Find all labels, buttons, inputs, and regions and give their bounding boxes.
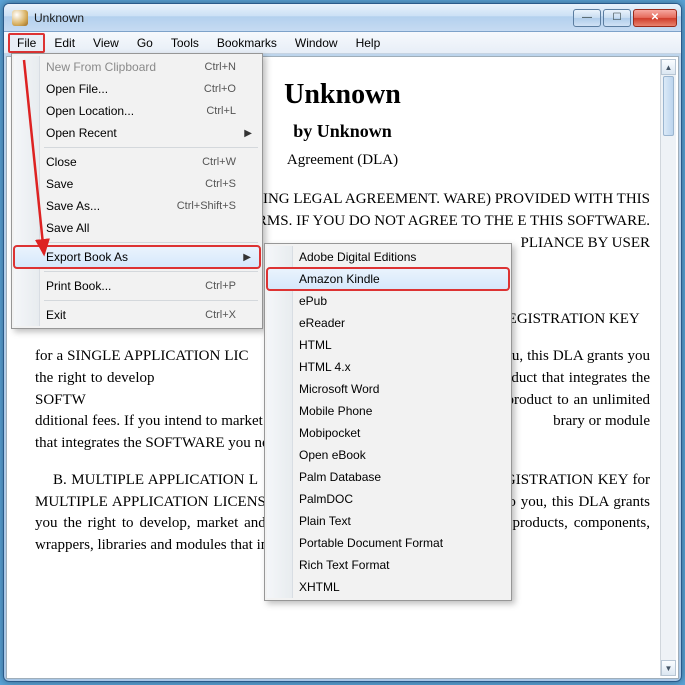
file-menu-item: New From Clipboard Ctrl+N (14, 56, 260, 78)
menu-item-label: Plain Text (299, 514, 485, 528)
export-menu-item[interactable]: PalmDOC (267, 488, 509, 510)
scroll-down-button[interactable]: ▼ (661, 660, 676, 676)
menu-item-shortcut: Ctrl+S (205, 178, 236, 190)
menu-item-label: Save (46, 177, 177, 191)
export-menu-item[interactable]: Mobipocket (267, 422, 509, 444)
menu-item-label: eReader (299, 316, 485, 330)
menu-item-label: XHTML (299, 580, 485, 594)
export-menu-item[interactable]: XHTML (267, 576, 509, 598)
export-menu-item[interactable]: Portable Document Format (267, 532, 509, 554)
vertical-scrollbar[interactable]: ▲ ▼ (660, 59, 676, 676)
menu-item-shortcut: Ctrl+Shift+S (177, 200, 236, 212)
app-icon (12, 10, 28, 26)
export-menu-item[interactable]: Adobe Digital Editions (267, 246, 509, 268)
export-menu-item[interactable]: Rich Text Format (267, 554, 509, 576)
export-menu-item[interactable]: Palm Database (267, 466, 509, 488)
menu-separator (44, 242, 258, 243)
menu-item-label: Open Location... (46, 104, 178, 118)
menu-separator (44, 271, 258, 272)
menu-item-label: New From Clipboard (46, 60, 177, 74)
menu-item-label: Close (46, 155, 174, 169)
menu-item-label: Mobile Phone (299, 404, 485, 418)
maximize-button[interactable]: ☐ (603, 9, 631, 27)
file-menu-item[interactable]: Save Ctrl+S (14, 173, 260, 195)
window-title: Unknown (34, 11, 573, 25)
titlebar[interactable]: Unknown — ☐ ✕ (4, 4, 681, 32)
menubar-edit[interactable]: Edit (45, 33, 84, 53)
close-button[interactable]: ✕ (633, 9, 677, 27)
menu-item-label: PalmDOC (299, 492, 485, 506)
file-menu-item[interactable]: Open Location... Ctrl+L (14, 100, 260, 122)
export-menu-item[interactable]: HTML 4.x (267, 356, 509, 378)
menu-item-label: Rich Text Format (299, 558, 485, 572)
submenu-arrow-icon: ▶ (243, 252, 251, 263)
menu-item-label: Print Book... (46, 279, 177, 293)
menu-item-label: Adobe Digital Editions (299, 250, 485, 264)
menu-item-label: Save As... (46, 199, 149, 213)
scroll-track[interactable] (661, 76, 676, 659)
export-menu-item[interactable]: Open eBook (267, 444, 509, 466)
export-menu-item[interactable]: Plain Text (267, 510, 509, 532)
file-menu-item[interactable]: Save All (14, 217, 260, 239)
menubar-bookmarks[interactable]: Bookmarks (208, 33, 286, 53)
menubar-tools[interactable]: Tools (162, 33, 208, 53)
menubar-window[interactable]: Window (286, 33, 347, 53)
file-menu-item[interactable]: Save As... Ctrl+Shift+S (14, 195, 260, 217)
menu-item-label: Save All (46, 221, 236, 235)
file-menu-item[interactable]: Open Recent ▶ (14, 122, 260, 144)
export-submenu: Adobe Digital Editions Amazon Kindle ePub e… (264, 243, 512, 601)
menu-item-label: Microsoft Word (299, 382, 485, 396)
file-menu: New From Clipboard Ctrl+N Open File... Ctrl… (11, 53, 263, 329)
export-menu-item[interactable]: HTML (267, 334, 509, 356)
menubar-go[interactable]: Go (128, 33, 162, 53)
menu-item-shortcut: Ctrl+P (205, 280, 236, 292)
export-menu-item[interactable]: Mobile Phone (267, 400, 509, 422)
menu-item-shortcut: Ctrl+N (205, 61, 236, 73)
scroll-up-button[interactable]: ▲ (661, 59, 676, 75)
minimize-button[interactable]: — (573, 9, 601, 27)
submenu-arrow-icon: ▶ (244, 128, 252, 139)
menu-item-label: Export Book As (46, 250, 236, 264)
export-menu-item[interactable]: ePub (267, 290, 509, 312)
export-menu-item[interactable]: eReader (267, 312, 509, 334)
menu-item-label: HTML 4.x (299, 360, 485, 374)
menu-item-shortcut: Ctrl+L (206, 105, 236, 117)
menu-item-label: Palm Database (299, 470, 485, 484)
menu-item-label: Mobipocket (299, 426, 485, 440)
file-menu-item[interactable]: Export Book As ▶ (14, 246, 260, 268)
menu-item-shortcut: Ctrl+W (202, 156, 236, 168)
menu-item-label: Portable Document Format (299, 536, 485, 550)
menu-item-label: Open Recent (46, 126, 236, 140)
menu-item-label: ePub (299, 294, 485, 308)
file-menu-item[interactable]: Print Book... Ctrl+P (14, 275, 260, 297)
file-menu-item[interactable]: Close Ctrl+W (14, 151, 260, 173)
menu-item-label: Open eBook (299, 448, 485, 462)
menubar-file[interactable]: File (8, 33, 45, 53)
window-buttons: — ☐ ✕ (573, 9, 677, 27)
menubar: File Edit View Go Tools Bookmarks Window… (4, 32, 681, 54)
menu-item-shortcut: Ctrl+X (205, 309, 236, 321)
file-menu-item[interactable]: Open File... Ctrl+O (14, 78, 260, 100)
menu-item-label: HTML (299, 338, 485, 352)
menu-item-label: Amazon Kindle (299, 272, 485, 286)
menu-item-label: Open File... (46, 82, 176, 96)
export-menu-item[interactable]: Amazon Kindle (267, 268, 509, 290)
menubar-view[interactable]: View (84, 33, 128, 53)
export-menu-item[interactable]: Microsoft Word (267, 378, 509, 400)
menubar-help[interactable]: Help (347, 33, 390, 53)
menu-separator (44, 300, 258, 301)
file-menu-item[interactable]: Exit Ctrl+X (14, 304, 260, 326)
scroll-thumb[interactable] (663, 76, 674, 136)
menu-item-label: Exit (46, 308, 177, 322)
menu-item-shortcut: Ctrl+O (204, 83, 236, 95)
menu-separator (44, 147, 258, 148)
